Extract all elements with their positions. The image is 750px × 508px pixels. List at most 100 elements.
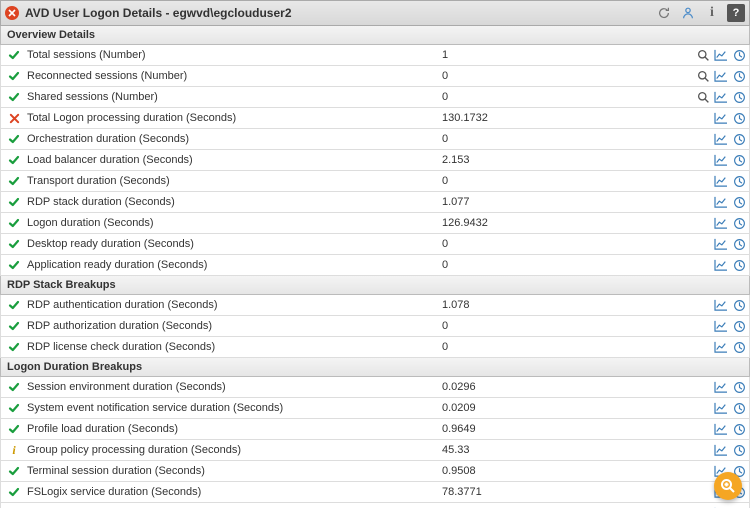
metric-label: RDP authentication duration (Seconds) (27, 299, 442, 311)
metric-value: 0.0209 (442, 402, 713, 414)
metric-value: 0.9508 (442, 465, 713, 477)
metric-row: i Group policy processing duration (Secon… (0, 440, 750, 461)
history-icon[interactable] (731, 400, 747, 416)
window-title: AVD User Logon Details - egwvd\egcloudus… (25, 6, 292, 20)
metric-label: Total Logon processing duration (Seconds… (27, 112, 442, 124)
chart-icon[interactable] (713, 173, 729, 189)
row-actions (695, 89, 747, 105)
metric-row: RDP stack duration (Seconds)1.077 (0, 192, 750, 213)
chart-icon[interactable] (713, 379, 729, 395)
check-icon (7, 49, 21, 61)
search-icon[interactable] (695, 68, 711, 84)
chart-icon[interactable] (713, 339, 729, 355)
chart-icon[interactable] (713, 236, 729, 252)
metric-label: Orchestration duration (Seconds) (27, 133, 442, 145)
cross-icon (7, 113, 21, 124)
metric-row: Total sessions (Number)1 (0, 45, 750, 66)
metric-label: Terminal session duration (Seconds) (27, 465, 442, 477)
check-icon (7, 259, 21, 271)
history-icon[interactable] (731, 215, 747, 231)
chart-icon[interactable] (713, 318, 729, 334)
metric-value: 130.1732 (442, 112, 713, 124)
section-header: Logon Duration Breakups (0, 358, 750, 377)
metric-value: 0.0296 (442, 381, 713, 393)
metric-value: 1.078 (442, 299, 713, 311)
row-actions (713, 152, 747, 168)
metric-row: RDP authentication duration (Seconds)1.0… (0, 295, 750, 316)
history-icon[interactable] (731, 89, 747, 105)
metric-value: 0 (442, 341, 713, 353)
check-icon (7, 154, 21, 166)
metric-row: Orchestration duration (Seconds)0 (0, 129, 750, 150)
close-icon[interactable] (5, 6, 19, 20)
metric-label: RDP authorization duration (Seconds) (27, 320, 442, 332)
chart-icon[interactable] (713, 421, 729, 437)
history-icon[interactable] (731, 110, 747, 126)
metric-row: Total Logon processing duration (Seconds… (0, 108, 750, 129)
chart-icon[interactable] (713, 257, 729, 273)
history-icon[interactable] (731, 131, 747, 147)
search-icon[interactable] (695, 47, 711, 63)
chart-icon[interactable] (713, 215, 729, 231)
metric-row: Shared sessions (Number)0 (0, 87, 750, 108)
history-icon[interactable] (731, 257, 747, 273)
row-actions (713, 297, 747, 313)
history-icon[interactable] (731, 47, 747, 63)
chart-icon[interactable] (713, 89, 729, 105)
user-icon[interactable] (677, 3, 699, 23)
metric-value: 0 (442, 133, 713, 145)
chart-icon[interactable] (713, 442, 729, 458)
chart-icon[interactable] (713, 152, 729, 168)
history-icon[interactable] (731, 379, 747, 395)
metric-label: Session environment duration (Seconds) (27, 381, 442, 393)
check-icon (7, 217, 21, 229)
refresh-icon[interactable] (653, 3, 675, 23)
chart-icon[interactable] (713, 400, 729, 416)
chart-icon[interactable] (713, 47, 729, 63)
history-icon[interactable] (731, 68, 747, 84)
history-icon[interactable] (731, 339, 747, 355)
metric-value: 2.153 (442, 154, 713, 166)
history-icon[interactable] (731, 297, 747, 313)
section-header: RDP Stack Breakups (0, 276, 750, 295)
search-icon[interactable] (695, 89, 711, 105)
metric-label: Group policy processing duration (Second… (27, 444, 442, 456)
metric-value: 0 (442, 70, 695, 82)
metric-label: System event notification service durati… (27, 402, 442, 414)
chart-icon[interactable] (713, 110, 729, 126)
check-icon (7, 196, 21, 208)
check-icon (7, 70, 21, 82)
metric-value: 0 (442, 238, 713, 250)
history-icon[interactable] (731, 442, 747, 458)
check-icon (7, 238, 21, 250)
row-actions (713, 110, 747, 126)
history-icon[interactable] (731, 152, 747, 168)
chart-icon[interactable] (713, 68, 729, 84)
metric-row: Session environment duration (Seconds)0.… (0, 377, 750, 398)
history-icon[interactable] (731, 318, 747, 334)
warn-icon: i (7, 443, 21, 458)
check-icon (7, 299, 21, 311)
history-icon[interactable] (731, 236, 747, 252)
history-icon[interactable] (731, 194, 747, 210)
history-icon[interactable] (731, 421, 747, 437)
check-icon (7, 381, 21, 393)
check-icon (7, 133, 21, 145)
zoom-in-fab[interactable] (714, 472, 742, 500)
help-icon[interactable]: ? (727, 4, 745, 22)
row-actions (713, 318, 747, 334)
check-icon (7, 91, 21, 103)
details-table: Overview DetailsTotal sessions (Number)1… (0, 26, 750, 508)
metric-label: Desktop ready duration (Seconds) (27, 238, 442, 250)
history-icon[interactable] (731, 173, 747, 189)
chart-icon[interactable] (713, 194, 729, 210)
row-actions (713, 173, 747, 189)
metric-value: 0.9649 (442, 423, 713, 435)
chart-icon[interactable] (713, 297, 729, 313)
metric-label: Application ready duration (Seconds) (27, 259, 442, 271)
chart-icon[interactable] (713, 131, 729, 147)
metric-row: Application ready duration (Seconds)0 (0, 255, 750, 276)
metric-row: Load balancer duration (Seconds)2.153 (0, 150, 750, 171)
info-icon[interactable]: i (701, 3, 723, 23)
metric-label: Logon duration (Seconds) (27, 217, 442, 229)
